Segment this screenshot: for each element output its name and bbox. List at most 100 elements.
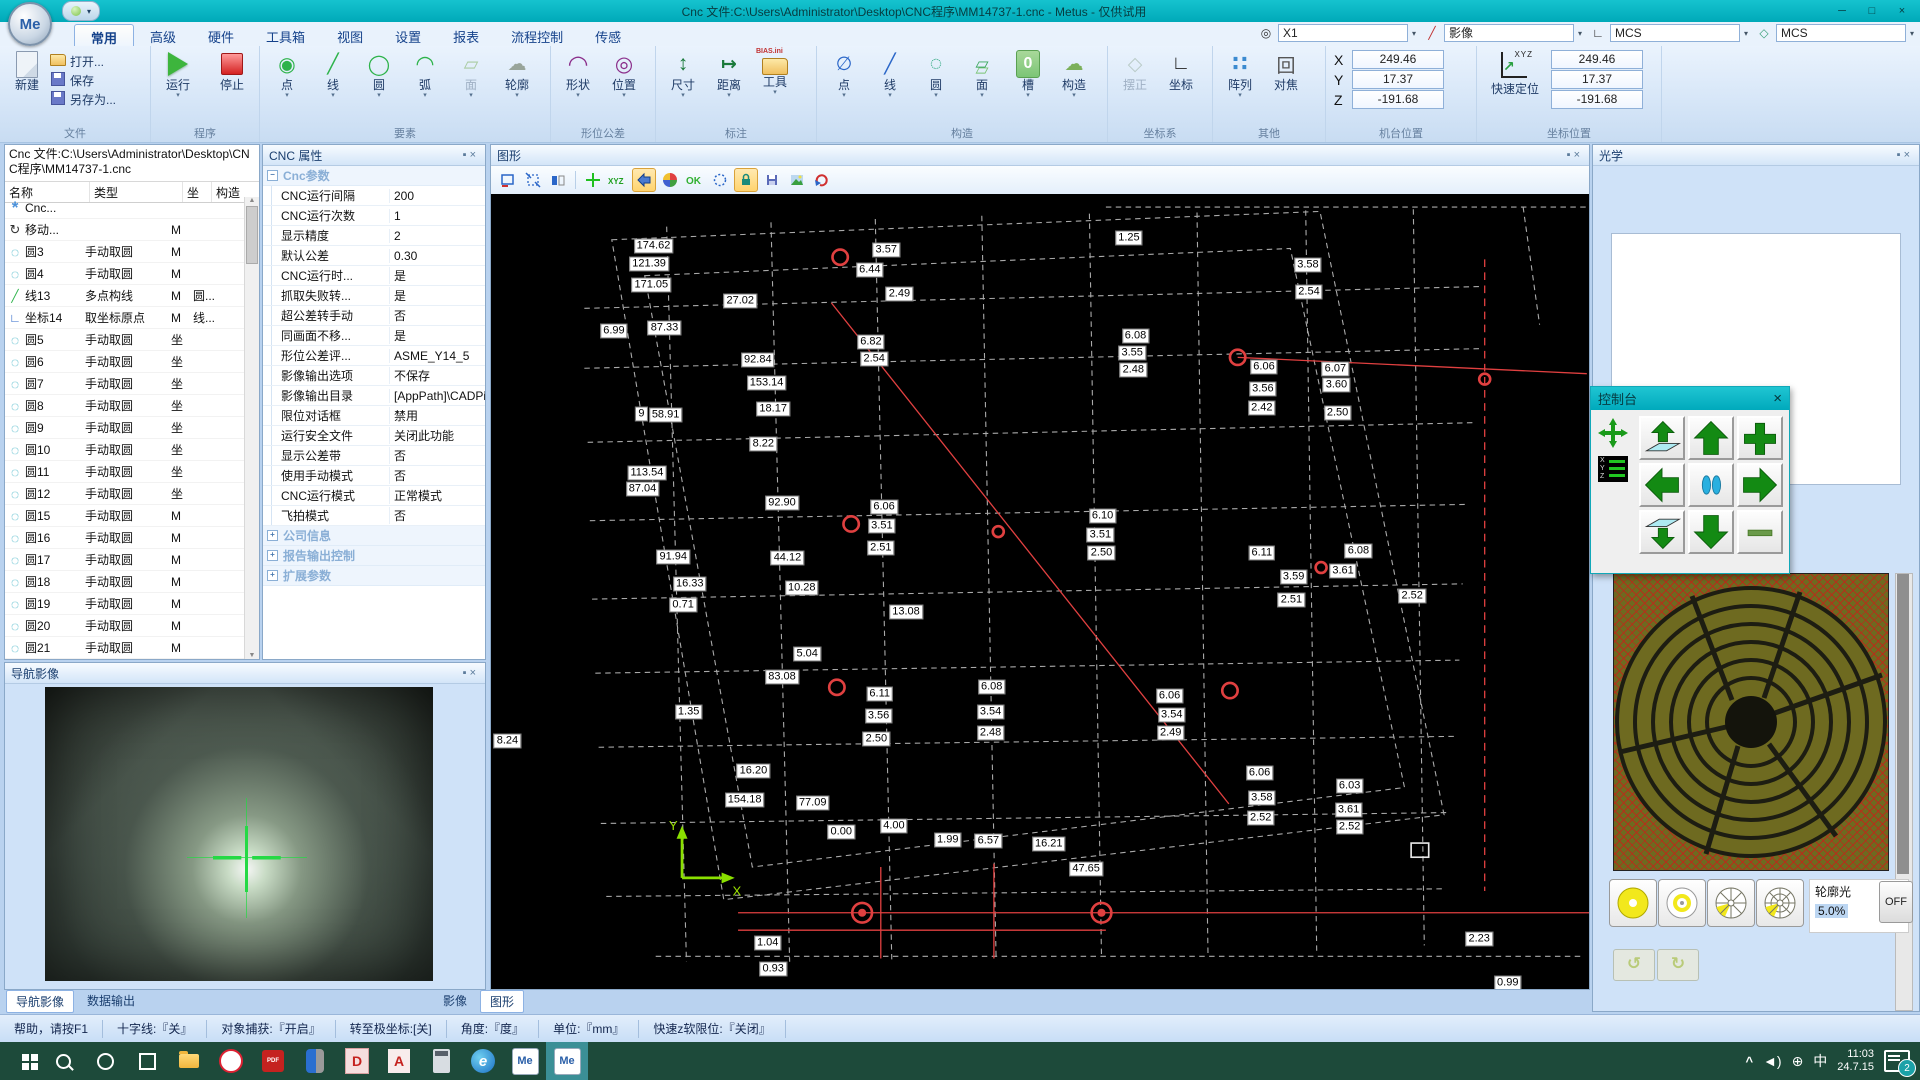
phone-app-icon[interactable] bbox=[294, 1042, 336, 1080]
dimension-label[interactable]: 47.65 bbox=[1069, 861, 1103, 876]
dimension-label[interactable]: 6.99 bbox=[600, 323, 627, 338]
pin-icon[interactable]: ▪ bbox=[463, 667, 470, 679]
app-d-icon[interactable] bbox=[336, 1042, 378, 1080]
light-intensity-value[interactable]: 5.0% bbox=[1815, 904, 1848, 918]
toolbar-combo[interactable]: MCS ▾ bbox=[1756, 24, 1914, 42]
dimension-label[interactable]: 0.93 bbox=[759, 962, 786, 977]
volume-icon[interactable]: ◄) bbox=[1763, 1053, 1782, 1069]
scene-icon[interactable] bbox=[786, 169, 808, 191]
scroll-thumb[interactable] bbox=[246, 206, 258, 264]
dimension-label[interactable]: 2.50 bbox=[1088, 545, 1115, 560]
tree-row[interactable]: Cnc... bbox=[5, 197, 245, 219]
ribbon-button[interactable]: 线▾ bbox=[310, 50, 356, 100]
ribbon-button[interactable]: 形状▾ bbox=[555, 50, 601, 100]
save-button[interactable]: 保存 bbox=[50, 71, 116, 90]
ribbon-button[interactable]: 工具▾ bbox=[752, 50, 798, 97]
dimension-label[interactable]: 16.33 bbox=[673, 577, 707, 592]
tree-row[interactable]: 圆12 手动取圆 坐 bbox=[5, 483, 245, 505]
ribbon-tab[interactable]: 流程控制 bbox=[495, 24, 579, 46]
tree-row[interactable]: 圆17 手动取圆 M bbox=[5, 549, 245, 571]
property-group-collapsed[interactable]: + 报告输出控制 bbox=[263, 546, 485, 566]
property-row[interactable]: 影像输出选项 不保存 bbox=[263, 366, 485, 386]
rotate-cw-icon[interactable]: ↻ bbox=[1657, 949, 1699, 981]
dimension-label[interactable]: 6.06 bbox=[1250, 359, 1277, 374]
maximize-button[interactable]: □ bbox=[1858, 3, 1886, 19]
property-row[interactable]: CNC运行模式 正常模式 bbox=[263, 486, 485, 506]
property-group-collapsed[interactable]: + 公司信息 bbox=[263, 526, 485, 546]
tree-row[interactable]: 移动... M bbox=[5, 219, 245, 241]
speed-minus-button[interactable] bbox=[1737, 510, 1783, 554]
jog-z-up-button[interactable] bbox=[1639, 416, 1685, 460]
dimension-label[interactable]: 1.25 bbox=[1115, 230, 1142, 245]
close-icon[interactable]: × bbox=[1773, 390, 1782, 407]
property-row[interactable]: CNC运行间隔 200 bbox=[263, 186, 485, 206]
dock-tab[interactable]: 影像 bbox=[434, 990, 476, 1011]
combo-value[interactable]: 影像 bbox=[1444, 24, 1574, 42]
tree-row[interactable]: 圆10 手动取圆 坐 bbox=[5, 439, 245, 461]
circle-select-icon[interactable] bbox=[709, 169, 731, 191]
ribbon-button[interactable]: 轮廓▾ bbox=[494, 50, 540, 100]
edge-browser-icon[interactable] bbox=[462, 1042, 504, 1080]
dimension-label[interactable]: 1.35 bbox=[675, 704, 702, 719]
dimension-label[interactable]: 13.08 bbox=[889, 605, 923, 620]
tree-scrollbar[interactable]: ▲ ▼ bbox=[244, 197, 259, 659]
tree-row[interactable]: 圆18 手动取圆 M bbox=[5, 571, 245, 593]
lock-icon[interactable] bbox=[734, 168, 758, 192]
property-row[interactable]: 显示公差带 否 bbox=[263, 446, 485, 466]
combo-value[interactable]: MCS bbox=[1610, 24, 1740, 42]
tray-expand-icon[interactable]: ^ bbox=[1745, 1054, 1753, 1069]
property-row[interactable]: CNC运行时... 是 bbox=[263, 266, 485, 286]
close-icon[interactable]: × bbox=[470, 149, 479, 161]
ribbon-button[interactable]: 距离▾ bbox=[706, 50, 752, 100]
camera-view[interactable] bbox=[45, 687, 433, 981]
ring-light-full-button[interactable] bbox=[1609, 879, 1657, 927]
ribbon-button[interactable]: 槽▾ bbox=[1005, 50, 1051, 100]
expand-icon[interactable]: + bbox=[267, 530, 278, 541]
ribbon-button[interactable]: 摆正▾ bbox=[1112, 50, 1158, 100]
tree-row[interactable]: 圆16 手动取圆 M bbox=[5, 527, 245, 549]
joystick-mode-icon[interactable] bbox=[1598, 418, 1628, 448]
dimension-label[interactable]: 87.04 bbox=[626, 481, 660, 496]
jog-y-minus-button[interactable] bbox=[1688, 510, 1734, 554]
save-as-button[interactable]: 另存为... bbox=[50, 90, 116, 109]
toolbar-combo[interactable]: 影像 ▾ bbox=[1424, 24, 1582, 42]
dimension-label[interactable]: 3.57 bbox=[873, 243, 900, 258]
dimension-label[interactable]: 77.09 bbox=[796, 795, 830, 810]
app-a-icon[interactable] bbox=[378, 1042, 420, 1080]
dimension-label[interactable]: 6.06 bbox=[870, 500, 897, 515]
toolbar-combo[interactable]: X1 ▾ bbox=[1258, 24, 1416, 42]
color-wheel-icon[interactable] bbox=[659, 169, 681, 191]
dimension-label[interactable]: 8.24 bbox=[494, 733, 521, 748]
dimension-label[interactable]: 6.03 bbox=[1336, 779, 1363, 794]
clock[interactable]: 11:03 24.7.15 bbox=[1837, 1048, 1874, 1074]
jog-x-plus-button[interactable] bbox=[1737, 463, 1783, 507]
jog-x-minus-button[interactable] bbox=[1639, 463, 1685, 507]
dimension-label[interactable]: 16.20 bbox=[737, 764, 771, 779]
tree-row[interactable]: 圆19 手动取圆 M bbox=[5, 593, 245, 615]
expand-icon[interactable]: + bbox=[267, 550, 278, 561]
dimension-label[interactable]: 92.84 bbox=[741, 353, 775, 368]
dimension-label[interactable]: 153.14 bbox=[747, 376, 787, 391]
ime-indicator[interactable]: 中 bbox=[1813, 1051, 1827, 1071]
dimension-label[interactable]: 2.48 bbox=[977, 726, 1004, 741]
dimension-label[interactable]: 92.90 bbox=[765, 496, 799, 511]
quick-access-toolbar[interactable]: ▾ bbox=[62, 1, 100, 21]
ring-light-sector-button[interactable] bbox=[1707, 879, 1755, 927]
ribbon-tab[interactable]: 设置 bbox=[379, 24, 437, 46]
tree-row[interactable]: 圆21 手动取圆 M bbox=[5, 637, 245, 659]
ribbon-button[interactable]: 圆▾ bbox=[913, 50, 959, 100]
optics-scrollbar[interactable] bbox=[1895, 573, 1913, 1011]
dimension-label[interactable]: 87.33 bbox=[648, 320, 682, 335]
app-logo-button[interactable]: Me bbox=[8, 2, 52, 46]
ribbon-button[interactable]: 阵列▾ bbox=[1217, 50, 1263, 100]
dimension-label[interactable]: 171.05 bbox=[631, 277, 671, 292]
ribbon-button[interactable]: 点▾ bbox=[264, 50, 310, 100]
pin-icon[interactable]: ▪ bbox=[1567, 149, 1574, 161]
start-button-icon[interactable] bbox=[0, 1042, 42, 1080]
ribbon-tab[interactable]: 高级 bbox=[134, 24, 192, 46]
dimension-label[interactable]: 3.59 bbox=[1280, 570, 1307, 585]
toolbar-combo[interactable]: MCS ▾ bbox=[1590, 24, 1748, 42]
tree-row[interactable]: 圆5 手动取圆 坐 bbox=[5, 329, 245, 351]
ribbon-button[interactable]: 坐标▾ bbox=[1158, 50, 1204, 100]
dimension-label[interactable]: 3.51 bbox=[868, 519, 895, 534]
